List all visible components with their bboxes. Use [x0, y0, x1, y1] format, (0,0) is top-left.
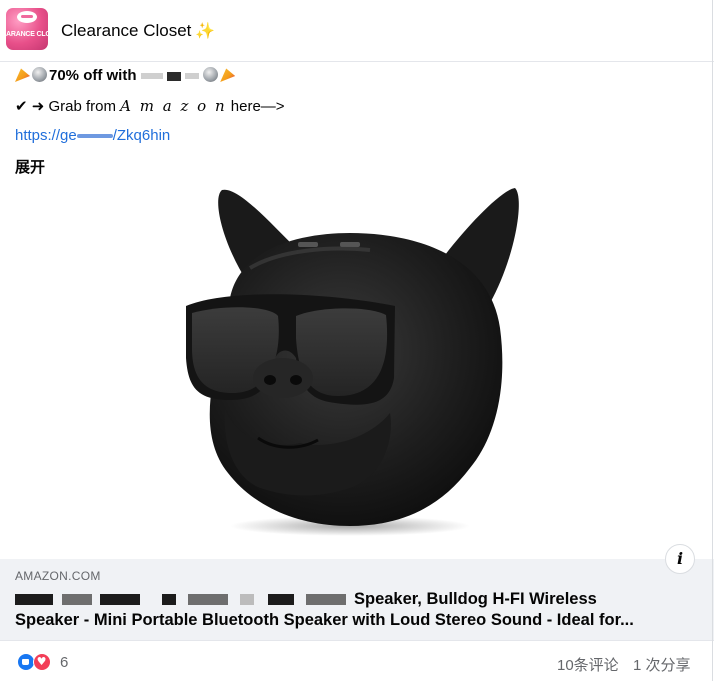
- redacted-code: [140, 73, 163, 80]
- reactions-summary[interactable]: [17, 653, 53, 671]
- party-popper-icon-2: [220, 68, 236, 82]
- post-line-grab: ✔ ➜ Grab from 𝐴 𝑚 𝑎 𝑧 𝑜 𝑛 here—>: [15, 97, 285, 115]
- post-header: ARANCE CLO Clearance Closet ✨: [0, 0, 714, 62]
- redacted-title-8: [306, 594, 346, 605]
- love-reaction-icon: [33, 653, 51, 671]
- post-link-start: https://ge: [15, 127, 77, 144]
- page-avatar[interactable]: ARANCE CLO: [6, 8, 48, 50]
- bulldog-speaker-image: [186, 188, 519, 536]
- grab-suffix: here—>: [230, 98, 285, 115]
- redacted-title-5: [188, 594, 228, 605]
- avatar-speech-bubble-icon: [17, 11, 37, 23]
- link-title-line1[interactable]: Speaker, Bulldog H-FI Wireless: [354, 590, 597, 609]
- info-icon[interactable]: i: [665, 544, 695, 574]
- party-popper-icon: [15, 68, 30, 82]
- redacted-title-7: [268, 594, 294, 605]
- page-name-link[interactable]: Clearance Closet ✨: [61, 21, 215, 41]
- post-link-end: /Zkq6hin: [112, 127, 171, 144]
- link-domain: AMAZON.COM: [15, 569, 101, 583]
- comments-count[interactable]: 10条评论: [557, 654, 619, 675]
- redacted-title-2: [62, 594, 92, 605]
- store-name: 𝐴 𝑚 𝑎 𝑧 𝑜 𝑛: [120, 97, 227, 115]
- link-title-line2[interactable]: Speaker - Mini Portable Bluetooth Speake…: [15, 611, 634, 630]
- reaction-count[interactable]: 6: [60, 654, 68, 671]
- post-card: ARANCE CLO Clearance Closet ✨ 70% off wit…: [0, 0, 714, 681]
- disc-icon: [32, 67, 47, 82]
- redacted-title-6: [240, 594, 254, 605]
- product-image[interactable]: [0, 188, 714, 559]
- reaction-bar: 6 10条评论 1 次分享: [0, 640, 714, 681]
- grab-prefix: ✔ ➜ Grab from: [15, 98, 116, 115]
- redacted-title-1: [15, 594, 53, 605]
- redacted-code-2: [166, 71, 181, 81]
- redacted-title-4: [162, 594, 176, 605]
- avatar-text: ARANCE CLO: [6, 31, 48, 38]
- redacted-code-3: [185, 73, 200, 80]
- expand-button[interactable]: 展开: [15, 156, 45, 177]
- post-link[interactable]: https://ge/Zkq6hin: [15, 127, 170, 144]
- redacted-link-part: [76, 134, 113, 139]
- redacted-title-3: [100, 594, 140, 605]
- sparkle-icon: ✨: [195, 23, 216, 40]
- disc-icon-2: [203, 67, 219, 82]
- page-name-text: Clearance Closet: [61, 21, 192, 40]
- discount-text: 70% off with: [49, 67, 137, 84]
- shares-count[interactable]: 1 次分享: [633, 654, 691, 675]
- post-line-discount: 70% off with: [15, 67, 237, 84]
